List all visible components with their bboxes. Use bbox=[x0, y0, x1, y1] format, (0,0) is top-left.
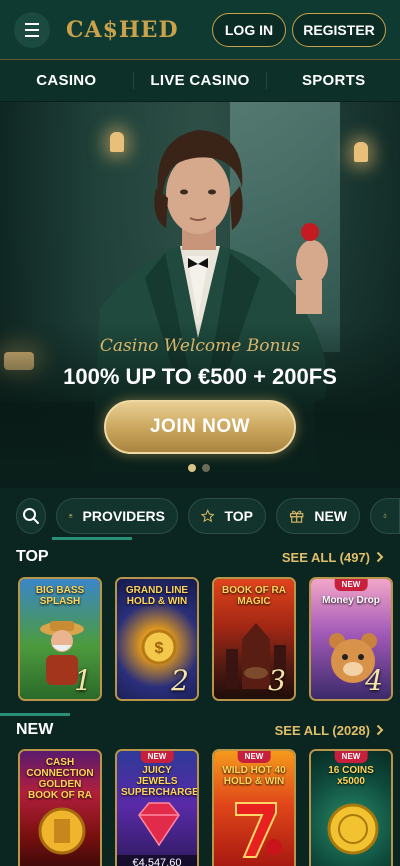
lucky-seven-illustration bbox=[235, 802, 282, 858]
game-card[interactable]: CASH CONNECTION GOLDEN BOOK OF RA bbox=[18, 749, 102, 866]
new-badge: NEW bbox=[237, 751, 271, 763]
search-button[interactable] bbox=[16, 498, 46, 534]
nav-item-live-casino[interactable]: LIVE CASINO bbox=[132, 72, 268, 89]
svg-text:$: $ bbox=[155, 640, 164, 657]
game-card[interactable]: NEW Money Drop 4 bbox=[309, 577, 393, 701]
game-rank: 3 bbox=[268, 664, 286, 697]
game-title: BIG BASS SPLASH bbox=[35, 585, 85, 607]
game-card[interactable]: NEW JUICY JEWELS SUPERCHARGED €4,547.60 bbox=[115, 749, 199, 866]
filter-new[interactable]: NEW bbox=[276, 498, 360, 534]
game-card[interactable]: NEW 16 COINS x5000 bbox=[309, 749, 393, 866]
filter-providers-label: PROVIDERS bbox=[82, 508, 165, 524]
game-title: WILD HOT 40 HOLD & WIN bbox=[222, 765, 286, 787]
game-card[interactable]: $ GRAND LINE HOLD & WIN 2 bbox=[115, 577, 199, 701]
game-rank: 1 bbox=[74, 664, 92, 697]
filter-top-label: TOP bbox=[224, 508, 253, 524]
providers-icon bbox=[69, 514, 73, 518]
wall-lamp bbox=[354, 142, 368, 162]
new-badge: NEW bbox=[334, 579, 368, 591]
new-section-title: NEW bbox=[16, 721, 54, 738]
game-card[interactable]: BIG BASS SPLASH 1 bbox=[18, 577, 102, 701]
top-see-all-label: SEE ALL (497) bbox=[281, 549, 370, 565]
golden-book-illustration bbox=[38, 807, 86, 855]
game-filters: PROVIDERS TOP NEW bbox=[0, 496, 400, 536]
nav-item-sports[interactable]: SPORTS bbox=[267, 72, 400, 89]
filters-active-indicator bbox=[52, 537, 132, 540]
filter-more[interactable] bbox=[370, 498, 400, 534]
carousel-dot-2[interactable] bbox=[202, 464, 210, 472]
hero-subtitle: Casino Welcome Bonus bbox=[99, 336, 301, 356]
chevron-right-icon bbox=[376, 724, 384, 736]
new-section-header: NEW SEE ALL (2028) bbox=[16, 721, 384, 739]
hamburger-icon bbox=[25, 21, 39, 39]
game-title: CASH CONNECTION GOLDEN BOOK OF RA bbox=[26, 757, 94, 801]
jackpot-amount: €4,547.60 bbox=[117, 855, 197, 866]
top-section-title: TOP bbox=[16, 548, 49, 565]
carousel-dots bbox=[188, 464, 210, 472]
game-title: GRAND LINE HOLD & WIN bbox=[125, 585, 189, 607]
top-games-row: BIG BASS SPLASH 1 $ GRAND LINE HOLD & WI… bbox=[18, 577, 393, 701]
top-see-all-link[interactable]: SEE ALL (497) bbox=[282, 550, 384, 565]
register-button[interactable]: REGISTER bbox=[292, 12, 386, 47]
search-icon bbox=[23, 508, 39, 524]
gem-illustration bbox=[138, 802, 180, 847]
new-games-row: CASH CONNECTION GOLDEN BOOK OF RA NEW JU… bbox=[18, 749, 393, 866]
join-now-button[interactable]: JOIN NOW bbox=[104, 400, 296, 454]
hero-banner[interactable]: Casino Welcome Bonus 100% UP TO €500 + 2… bbox=[0, 102, 400, 488]
game-card[interactable]: BOOK OF RA MAGIC 3 bbox=[212, 577, 296, 701]
filter-new-label: NEW bbox=[314, 508, 347, 524]
game-rank: 4 bbox=[365, 664, 383, 697]
flame-icon bbox=[383, 513, 387, 519]
filter-providers[interactable]: PROVIDERS bbox=[56, 498, 178, 534]
main-nav: CASINO LIVE CASINO SPORTS bbox=[0, 60, 400, 102]
top-section-header: TOP SEE ALL (497) bbox=[16, 548, 384, 566]
game-title: BOOK OF RA MAGIC bbox=[222, 585, 286, 607]
top-section-divider bbox=[0, 713, 70, 716]
carousel-dot-1[interactable] bbox=[188, 464, 196, 472]
chevron-right-icon bbox=[376, 551, 384, 563]
coin-illustration: $ bbox=[141, 629, 177, 665]
new-badge: NEW bbox=[140, 751, 174, 763]
game-title: JUICY JEWELS SUPERCHARGED bbox=[121, 765, 199, 798]
new-see-all-label: SEE ALL (2028) bbox=[274, 722, 370, 738]
gift-icon bbox=[289, 510, 304, 523]
game-title: Money Drop bbox=[322, 595, 380, 606]
game-card[interactable]: NEW WILD HOT 40 HOLD & WIN bbox=[212, 749, 296, 866]
gold-coin-illustration bbox=[327, 803, 379, 855]
brand-logo[interactable]: CA$HED bbox=[66, 17, 179, 43]
game-title: 16 COINS x5000 bbox=[328, 765, 374, 787]
nav-item-casino[interactable]: CASINO bbox=[0, 72, 133, 89]
login-button[interactable]: LOG IN bbox=[212, 12, 286, 47]
menu-button[interactable] bbox=[14, 11, 50, 48]
top-header: CA$HED LOG IN REGISTER bbox=[0, 0, 400, 60]
filter-top[interactable]: TOP bbox=[188, 498, 266, 534]
new-badge: NEW bbox=[334, 751, 368, 763]
page: CA$HED LOG IN REGISTER CASINO LIVE CASIN… bbox=[0, 0, 400, 866]
new-see-all-link[interactable]: SEE ALL (2028) bbox=[275, 723, 384, 738]
game-rank: 2 bbox=[171, 664, 189, 697]
hero-title: 100% UP TO €500 + 200FS bbox=[63, 364, 337, 389]
star-icon bbox=[201, 509, 215, 523]
